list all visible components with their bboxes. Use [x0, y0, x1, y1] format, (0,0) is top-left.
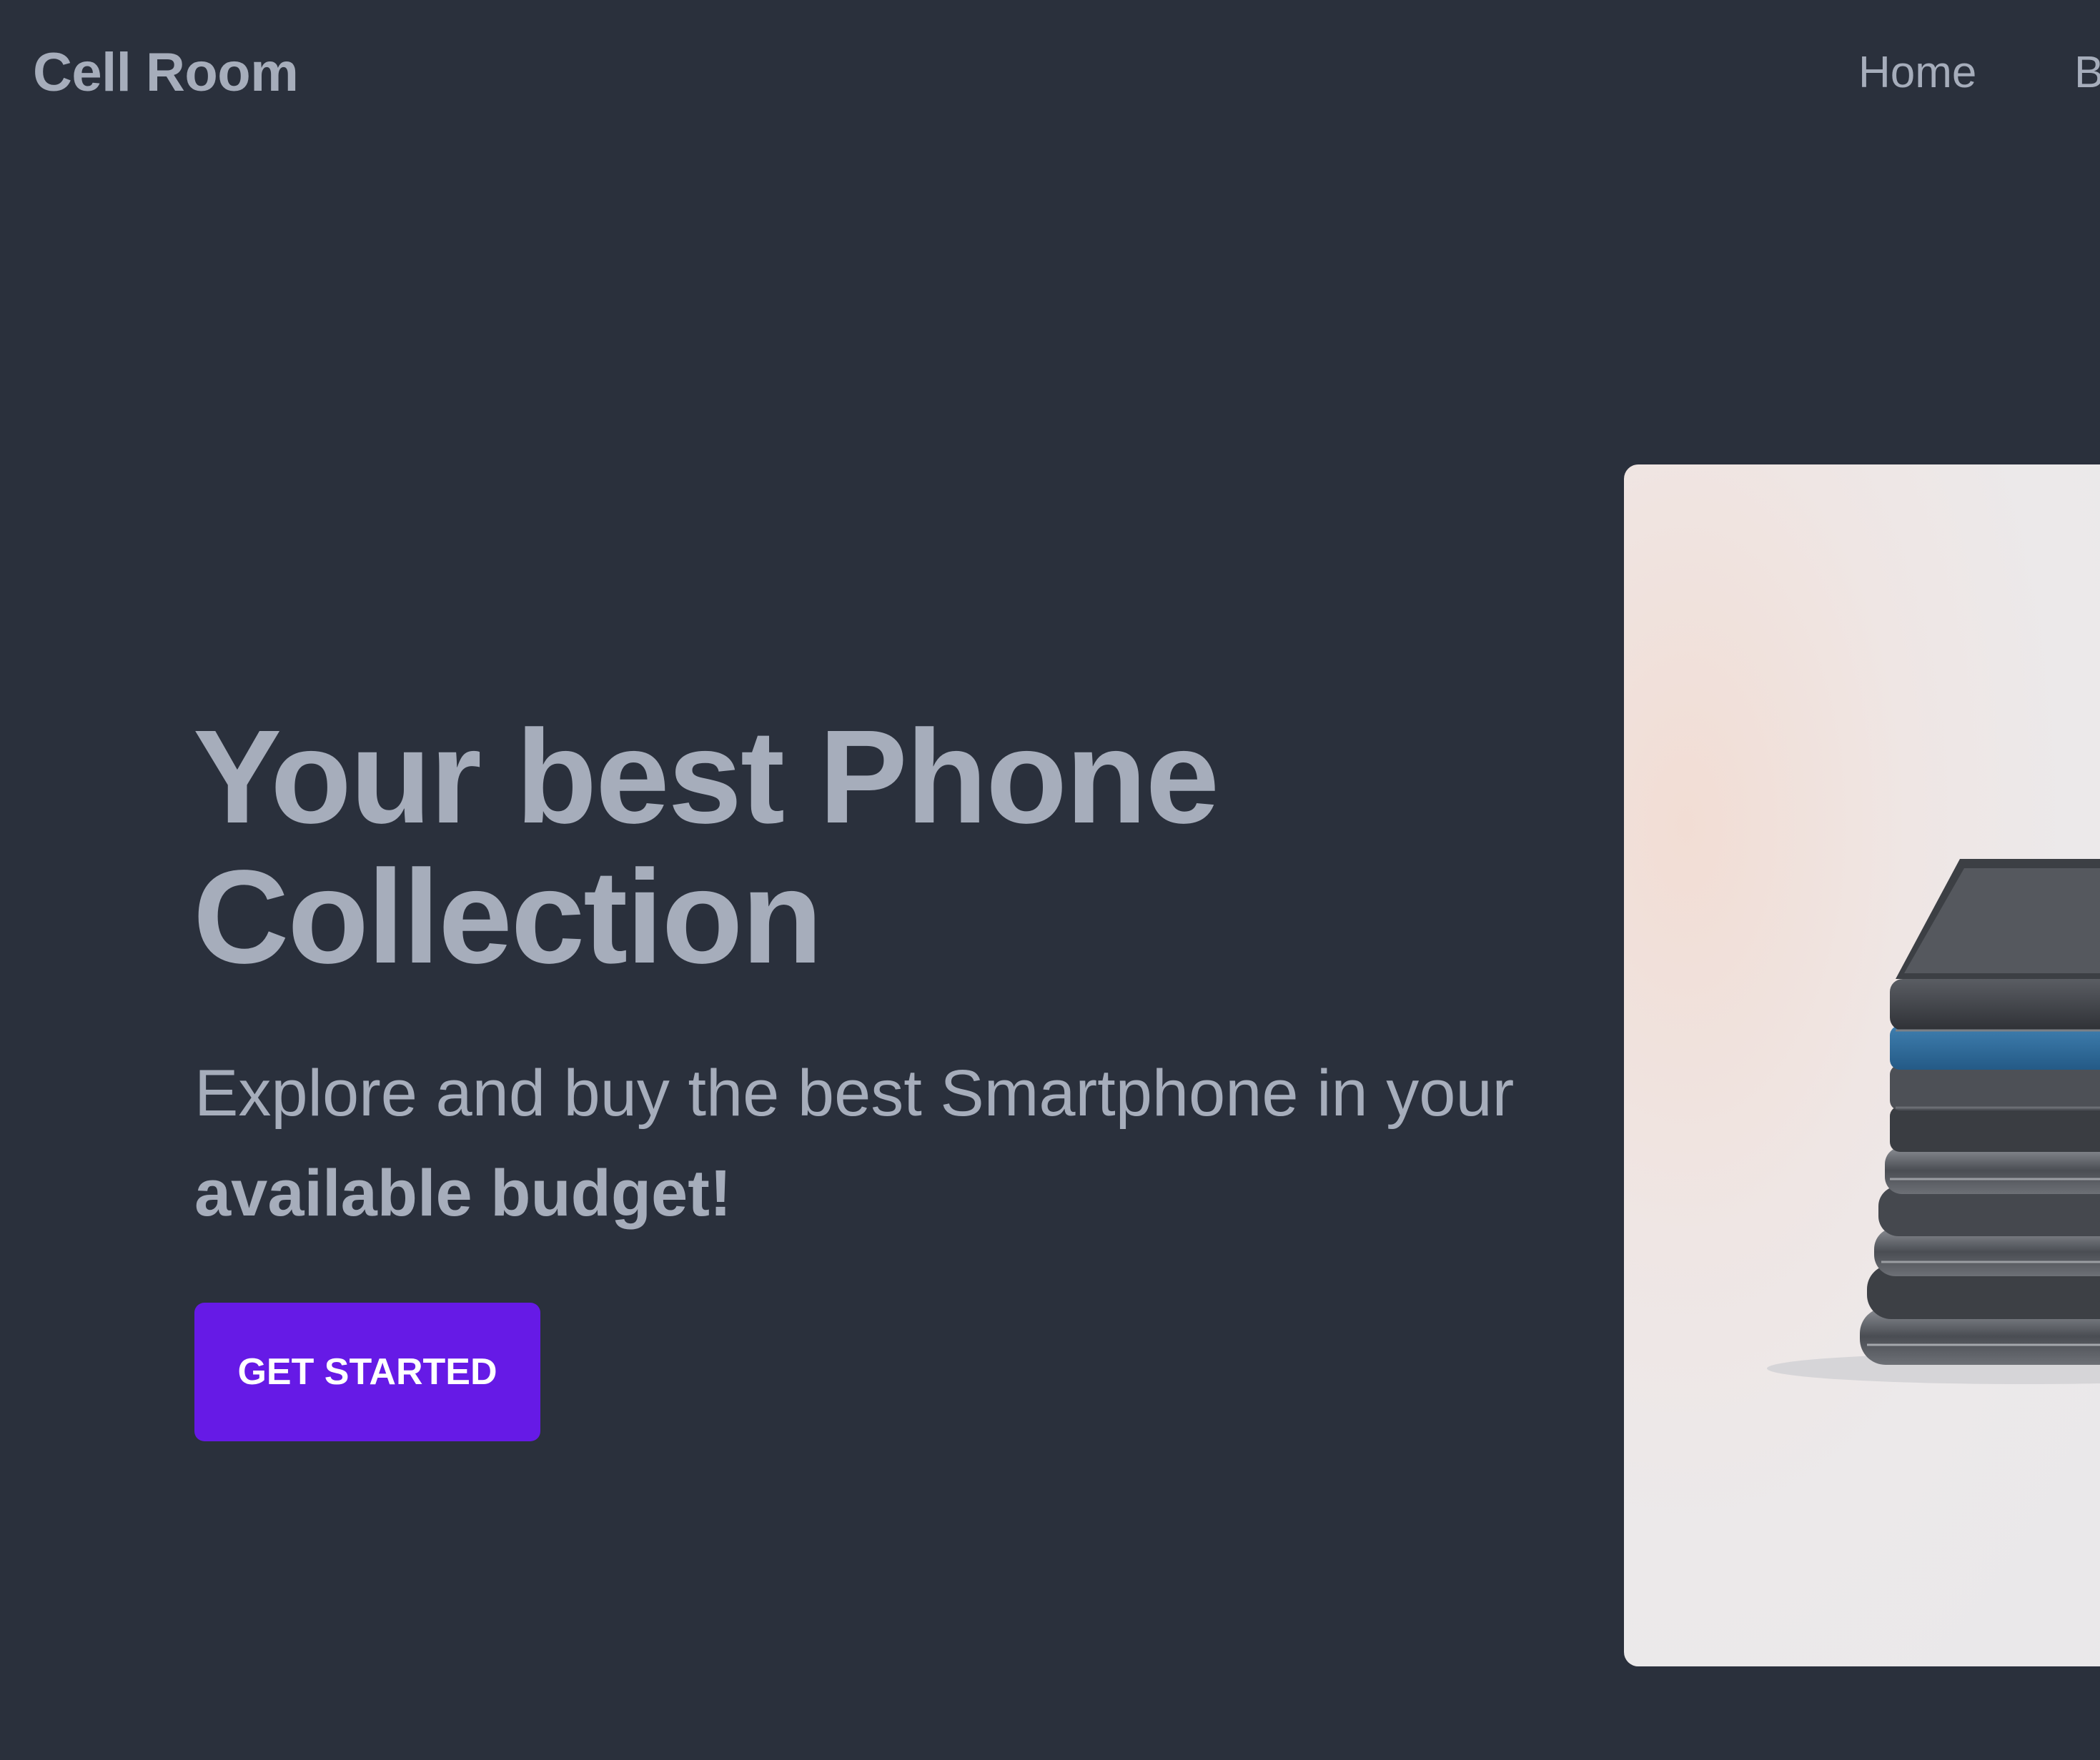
hero-title: Your best Phone Collection [193, 707, 1219, 991]
hero-subtitle-regular: Explore and buy the best Smartphone in y… [194, 1057, 1515, 1130]
nav-link-partial[interactable]: B [2074, 47, 2100, 98]
nav-link-home[interactable]: Home [1858, 47, 1976, 98]
get-started-button[interactable]: GET STARTED [194, 1303, 540, 1441]
hero-subtitle-bold: available budget! [194, 1157, 732, 1230]
brand-logo[interactable]: Cell Room [33, 41, 299, 104]
phone-stack-illustration [1767, 859, 2100, 1384]
hero-image [1624, 464, 2100, 1666]
hero-subtitle: Explore and buy the best Smartphone in y… [194, 1043, 1588, 1243]
hero-title-line2: Collection [193, 843, 823, 991]
hero-title-line1: Your best Phone [193, 703, 1219, 851]
